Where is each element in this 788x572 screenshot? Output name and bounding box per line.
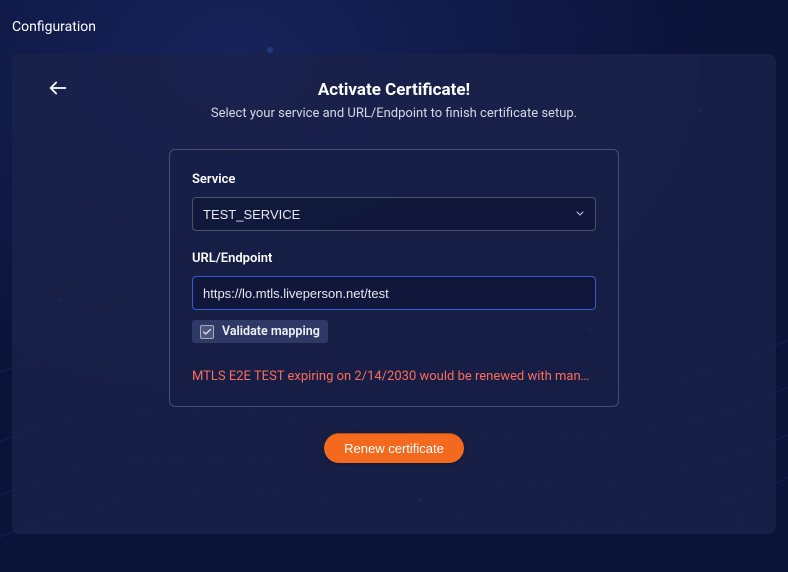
checkbox-checked-icon [200, 325, 214, 339]
form-panel: Service URL/Endpoint [169, 149, 619, 407]
topbar: Configuration [0, 0, 788, 54]
validate-mapping-toggle[interactable]: Validate mapping [192, 320, 328, 343]
service-select[interactable] [192, 197, 596, 231]
card-header: Activate Certificate! Select your servic… [36, 80, 752, 121]
renew-certificate-button[interactable]: Renew certificate [324, 433, 464, 463]
arrow-left-icon [47, 77, 69, 103]
card-title: Activate Certificate! [36, 80, 752, 100]
action-row: Renew certificate [36, 433, 752, 463]
page-title: Configuration [12, 19, 96, 35]
service-group: Service [192, 172, 596, 231]
card-subtitle: Select your service and URL/Endpoint to … [36, 106, 752, 121]
service-label: Service [192, 172, 596, 187]
service-select-value[interactable] [192, 197, 596, 231]
warning-message: MTLS E2E TEST expiring on 2/14/2030 woul… [192, 369, 596, 384]
config-card: Activate Certificate! Select your servic… [12, 54, 776, 534]
url-input[interactable] [192, 276, 596, 310]
url-label: URL/Endpoint [192, 251, 596, 266]
validate-mapping-label: Validate mapping [222, 324, 320, 339]
url-group: URL/Endpoint Validate mapping [192, 251, 596, 343]
back-button[interactable] [42, 74, 74, 106]
